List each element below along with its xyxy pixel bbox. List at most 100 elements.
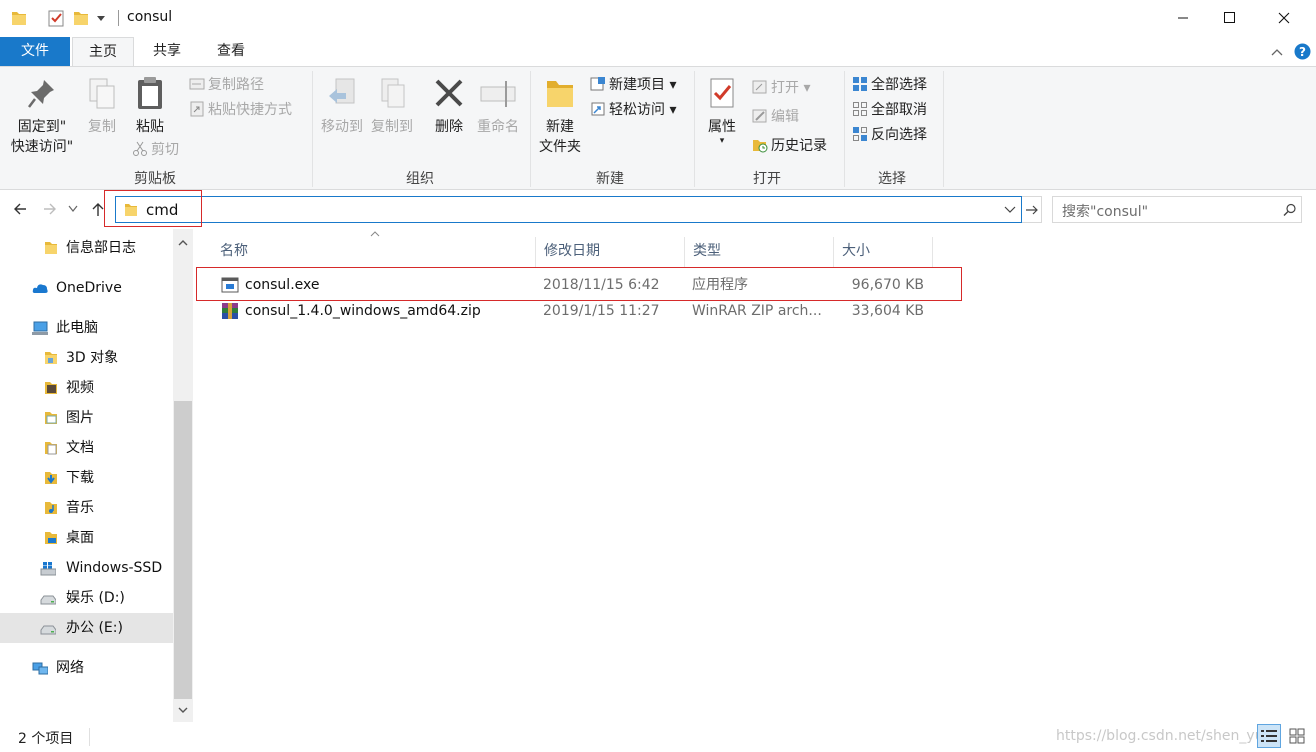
- rename-button[interactable]: 重命名: [474, 77, 522, 137]
- new-folder-icon[interactable]: [73, 9, 89, 27]
- search-box[interactable]: 搜索"consul": [1052, 196, 1302, 223]
- paste-button[interactable]: 粘贴: [130, 75, 170, 137]
- nav-item[interactable]: 此电脑: [0, 313, 173, 343]
- edit-button[interactable]: 编辑: [752, 106, 799, 128]
- music-icon: [45, 502, 57, 514]
- tab-share[interactable]: 共享: [138, 37, 196, 66]
- open-label: 打开: [771, 80, 799, 96]
- open-button[interactable]: 打开 ▾: [752, 77, 810, 99]
- chevron-down-icon[interactable]: [178, 706, 188, 714]
- tab-file[interactable]: 文件: [0, 37, 70, 66]
- select-none-button[interactable]: 全部取消: [852, 99, 927, 121]
- forward-icon[interactable]: [42, 201, 58, 217]
- back-icon[interactable]: [12, 201, 28, 217]
- nav-item[interactable]: 办公 (E:): [0, 613, 173, 643]
- divider: [89, 728, 90, 746]
- cut-button[interactable]: 剪切: [132, 139, 179, 161]
- paste-label: 粘贴: [136, 119, 164, 135]
- minimize-icon: [1178, 17, 1188, 19]
- refresh-button[interactable]: [1022, 196, 1042, 223]
- move-to-icon: [329, 78, 355, 104]
- nav-label: 此电脑: [56, 320, 98, 336]
- copy-path-label: 复制路径: [208, 77, 264, 93]
- nav-item[interactable]: 信息部日志: [0, 233, 173, 263]
- large-icons-view-button[interactable]: [1285, 724, 1309, 748]
- address-bar[interactable]: cmd: [115, 196, 1022, 223]
- paste-shortcut-button[interactable]: 粘贴快捷方式: [189, 99, 292, 121]
- new-folder-label-line1: 新建: [546, 119, 574, 135]
- properties-icon: [710, 78, 734, 108]
- details-view-button[interactable]: [1257, 724, 1281, 748]
- close-button[interactable]: [1260, 0, 1306, 36]
- recent-locations-icon[interactable]: [68, 205, 78, 213]
- go-arrow-icon: [1026, 205, 1038, 215]
- copy-button[interactable]: 复制: [82, 77, 122, 137]
- properties-icon[interactable]: [47, 9, 65, 27]
- rename-label: 重命名: [477, 119, 519, 135]
- copy-path-button[interactable]: 复制路径: [189, 74, 264, 96]
- network-icon: [32, 662, 48, 675]
- minimize-button[interactable]: [1160, 0, 1206, 36]
- search-input[interactable]: 搜索"consul": [1062, 201, 1148, 221]
- delete-button[interactable]: 删除: [428, 77, 470, 137]
- nav-item[interactable]: 图片: [0, 403, 173, 433]
- move-to-button[interactable]: 移动到: [318, 77, 366, 137]
- nav-item[interactable]: OneDrive: [0, 273, 173, 303]
- new-item-button[interactable]: 新建项目 ▾: [590, 74, 676, 96]
- maximize-button[interactable]: [1206, 0, 1252, 36]
- copy-to-button[interactable]: 复制到: [368, 77, 416, 137]
- nav-item[interactable]: Windows-SSD: [0, 553, 173, 583]
- tab-view[interactable]: 查看: [200, 37, 262, 66]
- group-label-clipboard: 剪贴板: [134, 171, 176, 187]
- new-folder-label-line2: 文件夹: [539, 139, 581, 155]
- divider: [943, 71, 944, 187]
- copy-to-icon: [381, 78, 405, 108]
- new-folder-button[interactable]: 新建 文件夹: [536, 77, 584, 157]
- scrollbar-thumb[interactable]: [174, 401, 192, 699]
- maximize-icon: [1224, 12, 1235, 23]
- table-row[interactable]: consul_1.4.0_windows_amd64.zip 2019/1/15…: [196, 298, 956, 324]
- invert-selection-button[interactable]: 反向选择: [852, 124, 927, 146]
- chevron-down-icon[interactable]: [1004, 206, 1016, 214]
- chevron-up-icon[interactable]: [178, 239, 188, 247]
- nav-item[interactable]: 娱乐 (D:): [0, 583, 173, 613]
- nav-item[interactable]: 文档: [0, 433, 173, 463]
- nav-item[interactable]: 下载: [0, 463, 173, 493]
- collapse-ribbon-icon[interactable]: [1270, 46, 1284, 58]
- divider: [312, 71, 313, 187]
- nav-item[interactable]: 3D 对象: [0, 343, 173, 373]
- nav-label: 视频: [66, 380, 94, 396]
- copy-label: 复制: [88, 119, 116, 135]
- nav-item[interactable]: 网络: [0, 653, 173, 683]
- select-all-button[interactable]: 全部选择: [852, 74, 927, 96]
- column-header-date[interactable]: 修改日期: [536, 237, 685, 267]
- help-icon[interactable]: ?: [1294, 43, 1311, 60]
- edit-icon: [752, 109, 767, 123]
- open-icon: [752, 80, 767, 94]
- pin-label-line2: 快速访问": [10, 139, 74, 155]
- nav-item[interactable]: 桌面: [0, 523, 173, 553]
- easy-access-icon: [591, 102, 605, 116]
- tab-home[interactable]: 主页: [72, 37, 134, 67]
- nav-item[interactable]: 视频: [0, 373, 173, 403]
- nav-item[interactable]: 音乐: [0, 493, 173, 523]
- select-all-icon: [853, 77, 867, 91]
- file-size: 33,604 KB: [851, 303, 924, 319]
- history-button[interactable]: 历史记录: [752, 135, 827, 157]
- pin-quick-access-button[interactable]: 固定到" 快速访问": [6, 77, 78, 157]
- nav-scrollbar[interactable]: [173, 229, 193, 722]
- new-folder-icon: [547, 81, 573, 107]
- divider: [844, 71, 845, 187]
- windows-drive-icon: [40, 562, 56, 576]
- chevron-down-icon[interactable]: [96, 13, 106, 31]
- item-count: 2 个项目: [18, 731, 74, 747]
- column-header-name[interactable]: 名称: [212, 237, 536, 267]
- chevron-down-icon: ▾: [719, 136, 725, 146]
- column-header-size[interactable]: 大小: [834, 237, 933, 267]
- easy-access-button[interactable]: 轻松访问 ▾: [590, 99, 676, 121]
- properties-button[interactable]: 属性 ▾: [702, 77, 742, 146]
- delete-icon: [435, 79, 463, 107]
- paste-icon: [138, 77, 162, 109]
- details-view-icon: [1261, 730, 1277, 742]
- column-header-type[interactable]: 类型: [685, 237, 834, 267]
